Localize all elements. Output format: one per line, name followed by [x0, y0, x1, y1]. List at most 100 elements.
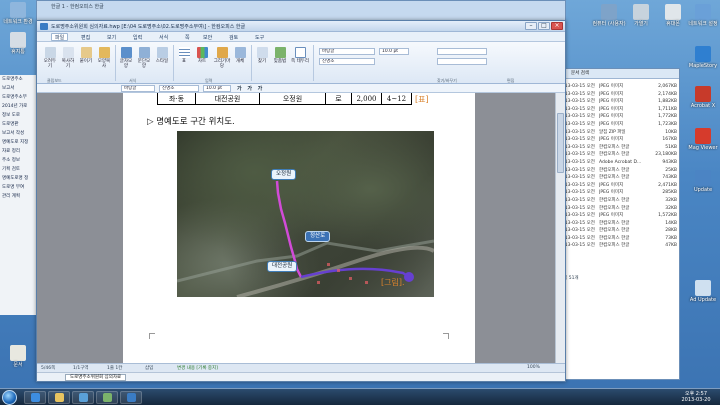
- drawing-button[interactable]: 그리기마당: [213, 47, 231, 69]
- file-list-item[interactable]: 2013-03-15 오전 JPEG 이미지 167KB: [559, 136, 679, 144]
- left-panel-item[interactable]: 도로명주소부: [0, 93, 39, 102]
- object-button[interactable]: 개체: [233, 47, 247, 64]
- menu-edit[interactable]: 편집: [77, 33, 94, 41]
- desktop-icon-right-0[interactable]: 컴퓨터 (사용자): [592, 4, 626, 27]
- left-panel-item[interactable]: 주소 정보: [0, 156, 39, 165]
- table-cell[interactable]: 오정원: [260, 93, 326, 105]
- table-cell[interactable]: 로: [326, 93, 352, 105]
- scrollbar-thumb[interactable]: [557, 113, 564, 173]
- left-panel-item[interactable]: 2014년 가로: [0, 102, 39, 111]
- page-border-button[interactable]: 쪽 테두리: [291, 47, 309, 64]
- status-change-tracking[interactable]: 변경 내용 [기록 중지]: [177, 365, 218, 371]
- format-font-dropdown[interactable]: 신명조: [159, 85, 199, 92]
- taskbar-app-button[interactable]: [72, 391, 94, 404]
- left-panel-item[interactable]: 관리 계획: [0, 192, 39, 201]
- aerial-map-image[interactable]: 오정원 대전공원 정산로: [177, 131, 434, 297]
- menu-file[interactable]: 파일: [51, 33, 69, 41]
- menu-insert[interactable]: 입력: [129, 33, 146, 41]
- file-list[interactable]: 2013-03-15 오전 JPEG 이미지 2,067KB 2013-03-15 오…: [557, 79, 679, 250]
- chart-button[interactable]: 차트: [195, 47, 209, 64]
- menu-security[interactable]: 보안: [199, 33, 216, 41]
- left-panel-item[interactable]: 도로명주소: [0, 75, 39, 84]
- left-panel-item[interactable]: 도로명판: [0, 120, 39, 129]
- minimize-button[interactable]: –: [525, 22, 537, 30]
- table-button[interactable]: 표: [177, 47, 191, 64]
- file-list-item[interactable]: 2013-03-15 오전 한컴오피스 한글 23,180KB: [559, 151, 679, 159]
- desktop-icon-right-6[interactable]: Mag Viewer: [686, 128, 720, 151]
- char-shape-button[interactable]: 글자모양: [119, 47, 133, 69]
- file-explorer-window[interactable]: 문서 검색 2013-03-15 오전 JPEG 이미지 2,067KB 2013-0…: [556, 68, 680, 380]
- taskbar-explorer-button[interactable]: [48, 391, 70, 404]
- file-list-item[interactable]: 2013-03-15 오전 JPEG 이미지 1,572KB: [559, 212, 679, 220]
- table-cell[interactable]: 2,000: [352, 93, 382, 105]
- file-list-item[interactable]: 2013-03-15 오전 JPEG 이미지 1,772KB: [559, 113, 679, 121]
- file-list-item[interactable]: 2013-03-15 오전 한컴오피스 한글 743KB: [559, 174, 679, 182]
- left-panel-item[interactable]: 보고서 작성: [0, 129, 39, 138]
- left-panel-item[interactable]: 도로명 부여: [0, 183, 39, 192]
- style-dropdown[interactable]: 바탕글: [319, 48, 375, 55]
- left-panel-item[interactable]: 정보 도로: [0, 111, 39, 120]
- table-cell[interactable]: 좌·동: [158, 93, 196, 105]
- background-left-panel[interactable]: 도로명주소 보고서 도로명주소부 2014년 가로 정보 도로 도로명판 보고서…: [0, 75, 40, 315]
- file-list-item[interactable]: 2013-03-15 오전 JPEG 이미지 1,723KB: [559, 121, 679, 129]
- vertical-scrollbar[interactable]: [555, 93, 565, 363]
- status-zoom[interactable]: 100%: [527, 365, 540, 370]
- desktop-icon-right-2[interactable]: 휴대폰: [656, 4, 690, 27]
- file-list-item[interactable]: 2013-03-15 오전 한컴오피스 한글 32KB: [559, 197, 679, 205]
- format-size-dropdown[interactable]: 10.0 pt: [203, 85, 231, 92]
- desktop-icon-right-1[interactable]: 가열기: [624, 4, 658, 27]
- file-list-item[interactable]: 2013-03-15 오전 한컴오피스 한글 25KB: [559, 167, 679, 175]
- format-style-dropdown[interactable]: 바탕글: [121, 85, 155, 92]
- file-list-item[interactable]: 2013-03-15 오전 JPEG 이미지 1,882KB: [559, 98, 679, 106]
- taskbar-app-button[interactable]: [96, 391, 118, 404]
- para-shape-button[interactable]: 문단모양: [137, 47, 151, 69]
- replace-input[interactable]: [437, 58, 487, 65]
- menu-tools[interactable]: 도구: [251, 33, 268, 41]
- address-table-row[interactable]: 좌·동 대전공원 오정원 로 2,000 4~12: [157, 93, 412, 105]
- desktop-icon-right-7[interactable]: Update: [686, 170, 720, 193]
- desktop-icon-network[interactable]: 네트워크 환경: [1, 2, 35, 25]
- file-list-item[interactable]: 2013-03-15 오전 한컴오피스 한글 14KB: [559, 220, 679, 228]
- taskbar-hwp-button[interactable]: [120, 391, 142, 404]
- hwp-window[interactable]: 도로명주소위원회 심의자료.hwp [E:\04 도로명주소\02.도로명주소부…: [36, 20, 566, 382]
- copy-button[interactable]: 복사하기: [61, 47, 75, 69]
- file-list-item[interactable]: 2013-03-15 오전 JPEG 이미지 1,711KB: [559, 106, 679, 114]
- file-list-item[interactable]: 2013-03-15 오전 한컴오피스 한글 32KB: [559, 205, 679, 213]
- menu-format[interactable]: 서식: [155, 33, 172, 41]
- spellcheck-button[interactable]: 맞춤법: [273, 47, 287, 64]
- paste-button[interactable]: 붙이기: [79, 47, 93, 64]
- maximize-button[interactable]: □: [538, 22, 550, 30]
- style-button[interactable]: 스타일: [155, 47, 169, 64]
- left-panel-item[interactable]: 기획 검토: [0, 165, 39, 174]
- font-dropdown[interactable]: 신명조: [319, 58, 375, 65]
- document-area[interactable]: 좌·동 대전공원 오정원 로 2,000 4~12 [표] ▷ 명예도로 구간 …: [37, 93, 555, 363]
- table-cell[interactable]: 4~12: [382, 93, 412, 105]
- cut-button[interactable]: 오려두기: [43, 47, 57, 69]
- file-list-item[interactable]: 2013-03-15 오전 한컴오피스 한글 47KB: [559, 242, 679, 250]
- system-clock[interactable]: 오후 2:57 2013-03-20: [676, 391, 716, 403]
- desktop-icon-right-5[interactable]: Acrobat X: [686, 86, 720, 109]
- format-painter-button[interactable]: 모양복사: [97, 47, 111, 69]
- file-list-item[interactable]: 2013-03-15 오전 JPEG 이미지 2,471KB: [559, 182, 679, 190]
- taskbar-ie-button[interactable]: [24, 391, 46, 404]
- file-list-item[interactable]: 2013-03-15 오전 JPEG 이미지 2,067KB: [559, 83, 679, 91]
- find-button[interactable]: 찾기: [255, 47, 269, 64]
- file-list-item[interactable]: 2013-03-15 오전 한컴오피스 한글 28KB: [559, 227, 679, 235]
- menu-view[interactable]: 보기: [103, 33, 120, 41]
- file-list-item[interactable]: 2013-03-15 오전 한컴오피스 한글 73KB: [559, 235, 679, 243]
- start-button[interactable]: [2, 390, 17, 405]
- left-panel-item[interactable]: 명예도로 지정: [0, 138, 39, 147]
- file-list-item[interactable]: 2013-03-15 오전 알집 ZIP 파일 10KB: [559, 129, 679, 137]
- table-cell[interactable]: 대전공원: [196, 93, 260, 105]
- left-panel-item[interactable]: 보고서: [0, 84, 39, 93]
- file-list-item[interactable]: 2013-03-15 오전 Adobe Acrobat D... 943KB: [559, 159, 679, 167]
- file-list-item[interactable]: 2013-03-15 오전 JPEG 이미지 2,174KB: [559, 91, 679, 99]
- close-button[interactable]: ×: [551, 22, 563, 30]
- file-list-item[interactable]: 2013-03-15 오전 한컴오피스 한글 51KB: [559, 144, 679, 152]
- bold-italic-underline-buttons[interactable]: 가 가 가: [237, 85, 264, 92]
- size-dropdown[interactable]: 10.0 pt: [379, 48, 409, 55]
- document-tab[interactable]: 도로명주소위원회 심의자료: [65, 374, 127, 381]
- desktop-icon-recycle[interactable]: 휴지통: [1, 32, 35, 55]
- file-list-item[interactable]: 2013-03-15 오전 JPEG 이미지 285KB: [559, 189, 679, 197]
- desktop-icon-right-4[interactable]: MapleStory: [686, 46, 720, 69]
